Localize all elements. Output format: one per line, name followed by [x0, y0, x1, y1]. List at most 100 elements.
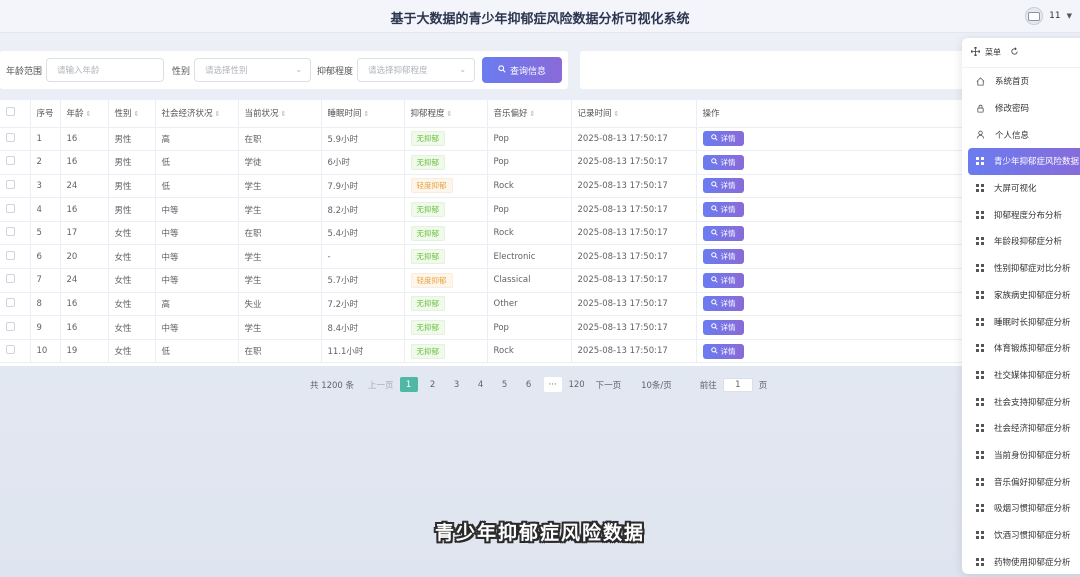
col-gender[interactable]: 性别 ⇕	[108, 100, 156, 128]
menu-item[interactable]: 睡眠时长抑郁症分析	[962, 308, 1080, 335]
data-table: 序号 年龄 ⇕ 性别 ⇕ 社会经济状况 ⇕ 当前状况 ⇕ 睡眠时间 ⇕ 抑郁程度 ⇕ 音乐偏…	[0, 100, 981, 366]
cell-status: 在职	[238, 339, 322, 364]
menu-item[interactable]: 年龄段抑郁症分析	[962, 228, 1080, 255]
col-music[interactable]: 音乐偏好 ⇕	[487, 100, 572, 128]
menu-item[interactable]: 当前身份抑郁症分析	[962, 442, 1080, 469]
detail-label: 详情	[720, 228, 736, 238]
cell-sleep: 5.9小时	[321, 127, 405, 152]
cell-music: Other	[487, 292, 572, 317]
cell-action: 详情	[696, 127, 981, 152]
cell-ses: 低	[155, 150, 239, 175]
cell-action: 详情	[696, 339, 981, 364]
detail-button[interactable]: 详情	[702, 296, 744, 312]
row-checkbox[interactable]	[0, 315, 31, 340]
menu-item[interactable]: 青少年抑郁症风险数据	[968, 148, 1080, 175]
depression-select[interactable]: 请选择抑郁程度 ⌄	[357, 58, 476, 82]
query-button[interactable]: 查询信息	[482, 57, 563, 83]
row-checkbox[interactable]	[0, 339, 31, 364]
more-pages-button[interactable]: ···	[543, 377, 562, 392]
menu-item[interactable]: 社会支持抑郁症分析	[962, 388, 1080, 415]
search-icon	[710, 181, 718, 190]
cell-status: 失业	[238, 292, 322, 317]
goto-label: 前往	[699, 380, 717, 391]
cell-level: 无抑郁	[404, 292, 488, 317]
menu-item[interactable]: 系统首页	[962, 68, 1080, 95]
grid-icon	[976, 397, 984, 406]
page-2-button[interactable]: 2	[424, 377, 442, 392]
menu-item[interactable]: 社交媒体抑郁症分析	[962, 362, 1080, 389]
cell-music: Classical	[487, 268, 572, 293]
page-last-button[interactable]: 120	[568, 377, 586, 392]
search-icon	[710, 346, 718, 356]
page-4-button[interactable]: 4	[472, 377, 490, 392]
goto-page-input[interactable]: 1	[722, 377, 753, 392]
detail-button[interactable]: 详情	[702, 320, 744, 336]
detail-label: 详情	[720, 323, 736, 333]
avatar[interactable]	[1025, 7, 1044, 25]
lock-icon	[976, 104, 985, 113]
col-ses[interactable]: 社会经济状况 ⇕	[155, 100, 239, 128]
caret-down-icon[interactable]: ▼	[1067, 12, 1072, 20]
col-level[interactable]: 抑郁程度 ⇕	[404, 100, 488, 128]
cell-time: 2025-08-13 17:50:17	[571, 268, 697, 293]
prev-page-button[interactable]: 上一页	[368, 379, 394, 391]
menu-item[interactable]: 家族病史抑郁症分析	[962, 282, 1080, 309]
cell-no: 10	[30, 339, 61, 364]
menu-item[interactable]: 性别抑郁症对比分析	[962, 255, 1080, 282]
cell-ses: 高	[155, 127, 239, 152]
sort-icon: ⇕	[613, 110, 620, 119]
cell-age: 16	[60, 127, 109, 152]
cell-music: Pop	[487, 315, 572, 340]
cell-age: 24	[60, 268, 109, 293]
menu-item[interactable]: 大屏可视化	[962, 175, 1080, 202]
detail-button[interactable]: 详情	[702, 272, 744, 288]
page-size-select[interactable]: 10条/页	[641, 379, 672, 391]
col-sleep[interactable]: 睡眠时间 ⇕	[321, 100, 405, 128]
detail-button[interactable]: 详情	[702, 178, 744, 194]
row-checkbox[interactable]	[0, 268, 31, 293]
row-checkbox[interactable]	[0, 127, 31, 152]
row-checkbox[interactable]	[0, 174, 31, 199]
cell-status: 学生	[238, 197, 322, 222]
row-checkbox[interactable]	[0, 150, 31, 175]
gender-select[interactable]: 请选择性别 ⌄	[194, 58, 312, 82]
page-3-button[interactable]: 3	[448, 377, 466, 392]
menu-item[interactable]: 药物使用抑郁症分析	[962, 548, 1080, 574]
detail-label: 详情	[720, 134, 736, 144]
cell-sleep: 11.1小时	[321, 339, 405, 364]
detail-label: 详情	[720, 275, 736, 285]
detail-button[interactable]: 详情	[702, 225, 744, 241]
col-status[interactable]: 当前状况 ⇕	[238, 100, 322, 128]
menu-item[interactable]: 音乐偏好抑郁症分析	[962, 468, 1080, 495]
detail-button[interactable]: 详情	[702, 202, 744, 218]
user-menu[interactable]: 11 ▼	[1025, 7, 1072, 25]
page-1-button[interactable]: 1	[399, 377, 418, 392]
detail-button[interactable]: 详情	[702, 249, 744, 265]
user-name[interactable]: 11	[1049, 11, 1060, 21]
menu-item[interactable]: 个人信息	[962, 121, 1080, 148]
menu-item[interactable]: 体育锻炼抑郁症分析	[962, 335, 1080, 362]
row-checkbox[interactable]	[0, 221, 31, 246]
menu-item[interactable]: 社会经济抑郁症分析	[962, 415, 1080, 442]
age-input[interactable]: 请输入年龄	[46, 58, 165, 82]
page-6-button[interactable]: 6	[520, 377, 538, 392]
row-checkbox[interactable]	[0, 244, 31, 270]
detail-button[interactable]: 详情	[702, 131, 744, 147]
next-page-button[interactable]: 下一页	[596, 379, 622, 391]
col-age[interactable]: 年龄 ⇕	[60, 100, 109, 128]
col-time[interactable]: 记录时间 ⇕	[571, 100, 697, 128]
side-menu: 菜单 系统首页 修改密码 个人信息 青少年抑郁症风险数据 大屏可视化 抑郁程度分布分析 年龄…	[962, 38, 1080, 574]
detail-button[interactable]: 详情	[702, 343, 744, 359]
row-checkbox[interactable]	[0, 292, 31, 317]
search-icon	[710, 134, 718, 143]
page-5-button[interactable]: 5	[496, 377, 514, 392]
detail-label: 详情	[720, 157, 736, 167]
move-icon[interactable]	[970, 46, 981, 59]
menu-item[interactable]: 抑郁程度分布分析	[962, 201, 1080, 228]
menu-item[interactable]: 修改密码	[962, 95, 1080, 122]
refresh-icon[interactable]	[1010, 46, 1019, 59]
detail-button[interactable]: 详情	[702, 154, 744, 170]
cell-gender: 男性	[108, 127, 156, 152]
select-all-checkbox[interactable]	[0, 100, 31, 128]
row-checkbox[interactable]	[0, 197, 31, 222]
